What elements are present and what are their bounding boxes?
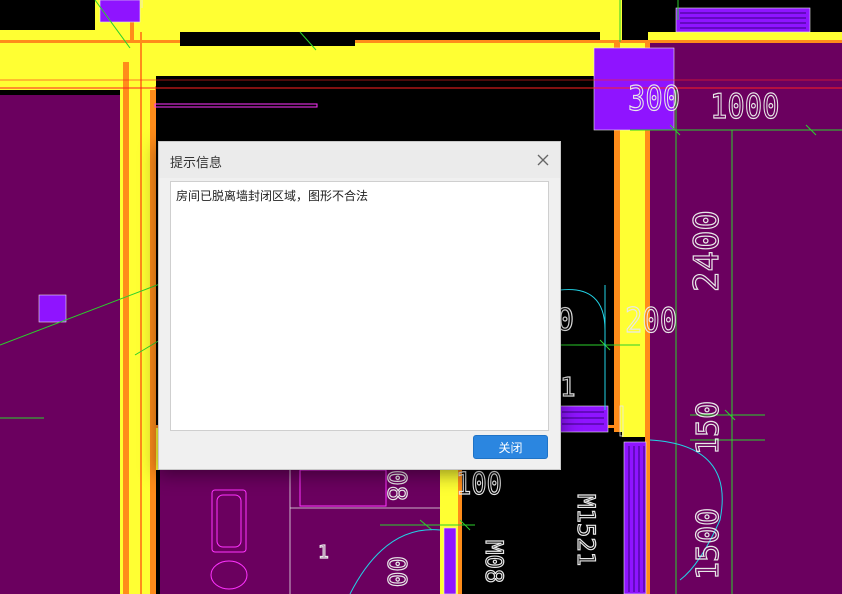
close-icon bbox=[537, 154, 549, 166]
dim-text-1000: 1000 bbox=[710, 88, 780, 127]
dialog-titlebar[interactable]: 提示信息 bbox=[159, 142, 560, 178]
partial-label-1b: 1 bbox=[318, 542, 329, 563]
dialog-title: 提示信息 bbox=[170, 156, 223, 171]
partial-label-1: 1 bbox=[560, 373, 576, 403]
dim-text-2400: 2400 bbox=[687, 210, 727, 292]
dim-text-150: 150 bbox=[691, 401, 726, 455]
dim-text-100: 100 bbox=[456, 466, 502, 502]
message-textarea[interactable]: 房间已脱离墙封闭区域，图形不合法 bbox=[170, 181, 549, 431]
dim-text-200: 200 bbox=[625, 302, 677, 341]
top-strip bbox=[180, 32, 355, 46]
door-label-m08: M08 bbox=[480, 540, 508, 583]
room-bottom-left bbox=[160, 470, 290, 594]
info-dialog: 提示信息 房间已脱离墙封闭区域，图形不合法 关闭 bbox=[158, 141, 561, 470]
dim-text-300: 300 bbox=[628, 80, 680, 119]
close-dialog-button[interactable]: 关闭 bbox=[473, 435, 548, 459]
close-button[interactable] bbox=[530, 148, 556, 172]
message-text: 房间已脱离墙封闭区域，图形不合法 bbox=[176, 189, 369, 203]
door-label-m1521: M1521 bbox=[572, 494, 600, 566]
partial-label-00: 00 bbox=[381, 556, 411, 587]
dim-text-1500: 1500 bbox=[691, 508, 726, 580]
partial-label-08: 08 bbox=[381, 470, 411, 501]
room-bottom-mid bbox=[290, 470, 440, 594]
room-left bbox=[0, 95, 123, 594]
